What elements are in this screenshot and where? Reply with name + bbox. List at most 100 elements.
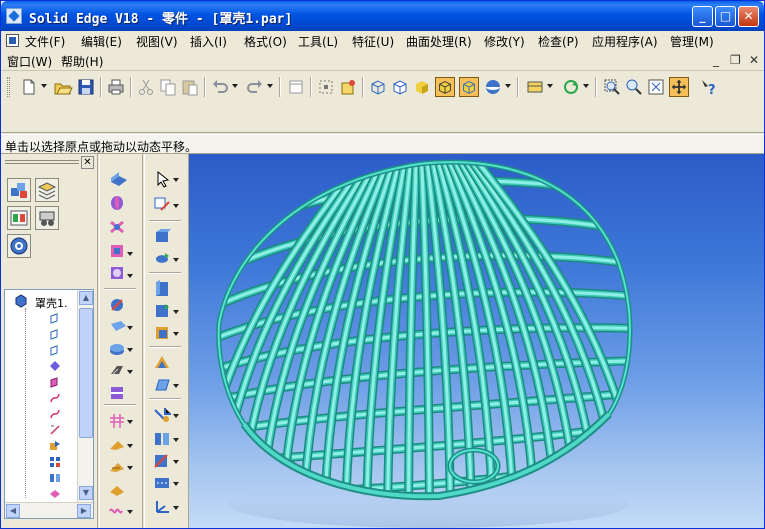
menu-window[interactable]: 窗口(W)	[7, 53, 52, 70]
round-icon[interactable]	[106, 294, 132, 316]
intersect-dropdown-arrow-icon[interactable]	[173, 414, 179, 418]
chamfer-dropdown-arrow-icon[interactable]	[127, 326, 133, 330]
open-icon[interactable]	[53, 77, 73, 97]
redo-icon[interactable]	[245, 77, 265, 97]
new-window-icon[interactable]	[286, 77, 306, 97]
hole-dropdown-arrow-icon[interactable]	[127, 274, 133, 278]
coordinate-system-dropdown-arrow-icon[interactable]	[173, 506, 179, 510]
help-icon[interactable]: ?	[698, 77, 718, 97]
model-canvas[interactable]	[189, 154, 764, 528]
tree-vertical-scrollbar[interactable]: ▲ ▼	[77, 290, 93, 502]
thin-wall-dropdown-arrow-icon[interactable]	[127, 348, 133, 352]
maximize-button[interactable]: □	[715, 6, 736, 27]
tree-thicken-icon[interactable]	[49, 488, 61, 500]
copy-icon[interactable]	[158, 77, 178, 97]
scroll-right-arrow-icon[interactable]: ▶	[77, 504, 91, 518]
panel-grip[interactable]	[5, 160, 79, 164]
protrusion-icon[interactable]	[106, 168, 132, 190]
mdi-minimize-button[interactable]: _	[713, 53, 719, 67]
scroll-up-arrow-icon[interactable]: ▲	[79, 291, 93, 305]
panel-close-button[interactable]: ✕	[81, 156, 94, 169]
swept-surface-dropdown-arrow-icon[interactable]	[173, 310, 179, 314]
tree-swept-icon[interactable]	[49, 440, 61, 452]
view-orient-icon[interactable]	[525, 77, 545, 97]
feature-tree[interactable]: 罩壳1. ▲ ▼ ◀ ▶	[4, 289, 94, 519]
offset-surface-icon[interactable]	[151, 352, 177, 374]
tree-mirror-icon[interactable]	[49, 472, 61, 484]
tree-plane-icon[interactable]	[49, 344, 61, 356]
tree-horizontal-scrollbar[interactable]: ◀ ▶	[5, 502, 93, 518]
rib-icon[interactable]	[106, 382, 132, 404]
save-icon[interactable]	[76, 77, 96, 97]
pan-icon[interactable]	[669, 77, 689, 97]
select-dropdown-arrow-icon[interactable]	[173, 178, 179, 182]
paste-icon[interactable]	[180, 77, 200, 97]
view-dropdown-arrow-icon[interactable]	[547, 84, 553, 88]
bluesurf-icon[interactable]	[151, 278, 177, 300]
trim-surface-dropdown-arrow-icon[interactable]	[173, 460, 179, 464]
menu-edit[interactable]: 编辑(E)	[81, 33, 122, 50]
mounting-boss-icon[interactable]	[106, 478, 132, 500]
sensors-button[interactable]	[35, 206, 59, 230]
menu-tools[interactable]: 工具(L)	[298, 33, 338, 50]
stitch-dropdown-arrow-icon[interactable]	[173, 482, 179, 486]
select-icon[interactable]	[316, 77, 336, 97]
scroll-left-arrow-icon[interactable]: ◀	[6, 504, 20, 518]
graphics-viewport[interactable]	[189, 154, 764, 528]
mdi-restore-button[interactable]: ❐	[730, 53, 741, 67]
menu-applications[interactable]: 应用程序(A)	[592, 33, 658, 50]
minimize-button[interactable]: _	[692, 6, 713, 27]
tree-curve-icon[interactable]	[49, 408, 61, 420]
sphere-dropdown-arrow-icon[interactable]	[505, 84, 511, 88]
simplify-button[interactable]	[7, 234, 31, 258]
extruded-surface-icon[interactable]	[151, 226, 177, 248]
menu-modify[interactable]: 修改(Y)	[484, 33, 525, 50]
hidden-line-icon[interactable]	[390, 77, 410, 97]
menu-surfacing[interactable]: 曲面处理(R)	[406, 33, 472, 50]
web-network-dropdown-arrow-icon[interactable]	[127, 420, 133, 424]
family-of-parts-button[interactable]	[7, 206, 31, 230]
menu-features[interactable]: 特征(U)	[352, 33, 394, 50]
tree-pattern-icon[interactable]	[49, 456, 61, 468]
menu-file[interactable]: 文件(F)	[25, 33, 65, 50]
copy-surface-dropdown-arrow-icon[interactable]	[173, 384, 179, 388]
split-body-dropdown-arrow-icon[interactable]	[173, 438, 179, 442]
cut-icon[interactable]	[136, 77, 156, 97]
cutout-icon[interactable]	[106, 216, 132, 238]
hole-icon[interactable]	[106, 262, 132, 284]
sketch-dropdown-arrow-icon[interactable]	[173, 204, 179, 208]
tree-projected-curve-icon[interactable]	[49, 424, 61, 436]
menu-view[interactable]: 视图(V)	[136, 33, 178, 50]
shaded-edges-icon[interactable]	[435, 77, 455, 97]
zoom-area-icon[interactable]	[602, 77, 622, 97]
redo-dropdown-arrow-icon[interactable]	[267, 84, 273, 88]
wireframe-icon[interactable]	[368, 77, 388, 97]
draft-dropdown-arrow-icon[interactable]	[127, 370, 133, 374]
close-button[interactable]: ✕	[738, 6, 759, 27]
menu-help[interactable]: 帮助(H)	[61, 53, 103, 70]
sphere-icon[interactable]	[483, 77, 503, 97]
shaded-visible-edges-icon[interactable]	[459, 77, 479, 97]
document-menu-icon[interactable]	[6, 34, 19, 47]
fit-icon[interactable]	[646, 77, 666, 97]
print-icon[interactable]	[106, 77, 126, 97]
layers-button[interactable]	[35, 178, 59, 202]
revolved-cutout-icon[interactable]	[106, 240, 132, 262]
rotate-dropdown-arrow-icon[interactable]	[583, 84, 589, 88]
zoom-icon[interactable]	[624, 77, 644, 97]
cutout-dropdown-arrow-icon[interactable]	[127, 252, 133, 256]
lip-dropdown-arrow-icon[interactable]	[127, 444, 133, 448]
revolved-surface-dropdown-arrow-icon[interactable]	[173, 258, 179, 262]
undo-dropdown-arrow-icon[interactable]	[232, 84, 238, 88]
vent-dropdown-arrow-icon[interactable]	[127, 466, 133, 470]
menu-format[interactable]: 格式(O)	[244, 33, 287, 50]
feature-library-button[interactable]	[7, 178, 31, 202]
tree-revolve-icon[interactable]	[49, 360, 61, 372]
menu-manage[interactable]: 管理(M)	[670, 33, 714, 50]
helix-dropdown-arrow-icon[interactable]	[127, 510, 133, 514]
tree-sketch-icon[interactable]	[49, 376, 61, 388]
tree-curve-icon[interactable]	[49, 392, 61, 404]
tree-plane-icon[interactable]	[49, 328, 61, 340]
title-bar[interactable]: Solid Edge V18 - 零件 - [罩壳1.par] _ □ ✕	[1, 1, 764, 31]
tree-plane-icon[interactable]	[49, 312, 61, 324]
